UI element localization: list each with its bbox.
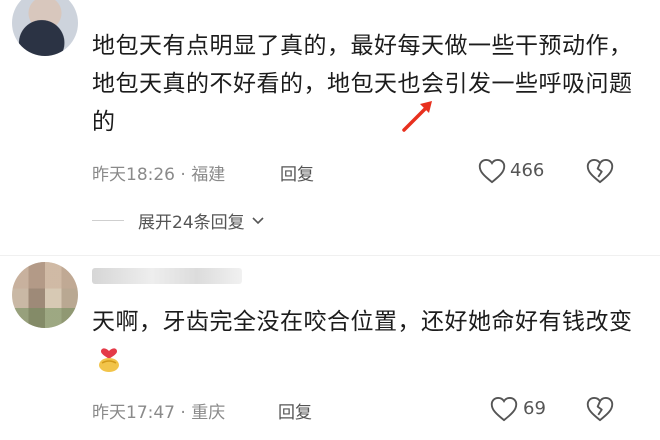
comment-time: 昨天17:47 <box>92 403 175 423</box>
like-count: 466 <box>510 160 545 181</box>
comment-text: 地包天有点明显了真的，最好每天做一些干预动作，地包天真的不好看的，地包天也会引发… <box>92 33 633 135</box>
comment-location: 福建 <box>191 165 226 185</box>
username-blurred[interactable] <box>92 268 242 284</box>
like-count: 69 <box>523 398 546 419</box>
avatar[interactable] <box>12 262 78 328</box>
expand-line <box>92 220 124 221</box>
comment-text: 天啊，牙齿完全没在咬合位置，还好她命好有钱改变 <box>92 303 652 379</box>
dislike-heart-icon[interactable] <box>586 396 614 422</box>
comment-time: 昨天18:26 <box>92 165 175 185</box>
expand-replies-label: 展开24条回复 <box>138 213 245 233</box>
comment-location: 重庆 <box>191 403 226 423</box>
meta-separator: · <box>180 403 192 423</box>
reply-button[interactable]: 回复 <box>280 160 314 185</box>
reply-button[interactable]: 回复 <box>278 398 312 423</box>
comment-meta: 昨天17:47 · 重庆 <box>92 398 225 423</box>
chevron-down-icon <box>252 216 264 224</box>
comment-divider <box>0 255 660 256</box>
meta-separator: · <box>180 165 192 185</box>
red-arrow-annotation <box>402 101 432 132</box>
expand-replies-button[interactable]: 展开24条回复 <box>92 208 265 233</box>
heart-icon[interactable] <box>490 396 518 422</box>
dislike-heart-icon[interactable] <box>586 158 614 184</box>
emoji-heart-sticker <box>99 348 119 372</box>
comment-meta: 昨天18:26 · 福建 <box>92 160 225 185</box>
avatar[interactable] <box>12 0 78 56</box>
heart-icon[interactable] <box>478 158 506 184</box>
